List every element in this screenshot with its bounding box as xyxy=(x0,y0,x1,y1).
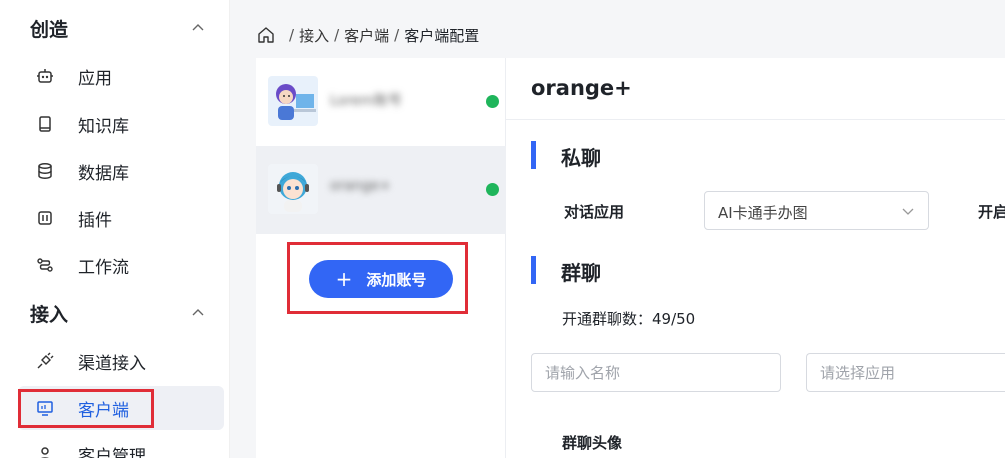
section-title-group: 群聊 xyxy=(561,261,601,285)
divider xyxy=(506,119,1005,120)
config-panel: orange+ 私聊 对话应用 AI卡通手办图 开启 群聊 开通群聊数：49/5… xyxy=(506,58,1005,458)
breadcrumb-separator: / xyxy=(289,26,295,44)
user-icon xyxy=(34,443,56,458)
avatar xyxy=(268,76,318,126)
sidebar-item-label: 渠道接入 xyxy=(78,353,146,374)
config-title: orange+ xyxy=(531,76,632,100)
highlight-box: + 添加账号 xyxy=(287,242,468,314)
home-icon[interactable] xyxy=(256,25,276,45)
plug-icon xyxy=(34,350,56,372)
account-item[interactable]: Lorem账号 xyxy=(256,58,506,146)
plugin-icon xyxy=(34,207,56,229)
select-value: AI卡通手办图 xyxy=(718,204,808,222)
chevron-up-icon[interactable] xyxy=(188,303,208,323)
avatar xyxy=(268,164,318,214)
sidebar-item-customers[interactable]: 客户管理 xyxy=(18,432,224,458)
account-item-selected[interactable]: orange+ xyxy=(256,146,506,234)
dialog-app-label: 对话应用 xyxy=(564,203,625,221)
main-area: / 接入 / 客户端 / 客户端配置 Lorem账号 orange+ + 添加账… xyxy=(230,0,1005,458)
group-name-input[interactable] xyxy=(531,353,781,392)
workflow-icon xyxy=(34,254,56,276)
sidebar-item-label: 数据库 xyxy=(78,163,129,184)
robot-icon xyxy=(34,65,56,87)
group-avatar-label: 群聊头像 xyxy=(562,434,623,452)
group-app-select[interactable] xyxy=(806,353,1005,392)
section-title-private: 私聊 xyxy=(561,146,601,170)
breadcrumb-item[interactable]: 接入 xyxy=(299,25,329,46)
sidebar-item-label: 客户端 xyxy=(78,400,129,421)
sidebar-item-label: 客户管理 xyxy=(78,446,146,458)
sidebar-item-knowledge[interactable]: 知识库 xyxy=(18,102,224,146)
breadcrumb-item[interactable]: 客户端 xyxy=(344,25,389,46)
sidebar-item-workflow[interactable]: 工作流 xyxy=(18,243,224,287)
add-account-label: 添加账号 xyxy=(366,270,427,289)
sidebar-item-label: 插件 xyxy=(78,210,112,231)
dialog-app-select[interactable]: AI卡通手办图 xyxy=(704,191,929,230)
online-status-dot xyxy=(486,183,499,196)
sidebar-item-database[interactable]: 数据库 xyxy=(18,149,224,193)
breadcrumb-current: 客户端配置 xyxy=(404,26,480,45)
sidebar-item-apps[interactable]: 应用 xyxy=(18,54,224,98)
group-header-create[interactable]: 创造 xyxy=(0,8,230,48)
breadcrumb-separator: / xyxy=(394,26,400,44)
database-icon xyxy=(34,160,56,182)
sidebar-item-label: 工作流 xyxy=(78,257,129,278)
sidebar-item-channel[interactable]: 渠道接入 xyxy=(18,339,224,383)
chevron-up-icon[interactable] xyxy=(188,18,208,38)
account-list: Lorem账号 orange+ + 添加账号 xyxy=(256,58,506,458)
sidebar-item-client[interactable]: 客户端 xyxy=(18,386,224,430)
online-status-dot xyxy=(486,95,499,108)
plus-icon: + xyxy=(335,267,353,291)
sidebar-item-plugins[interactable]: 插件 xyxy=(18,196,224,240)
sidebar-item-label: 应用 xyxy=(78,68,112,89)
section-marker xyxy=(531,256,536,284)
sidebar: 创造 应用 知识库 数据库 插件 工作流 接入 渠道接入 客户端 客户管理 xyxy=(0,0,230,458)
section-marker xyxy=(531,141,536,169)
account-name: orange+ xyxy=(330,178,392,194)
book-icon xyxy=(34,113,56,135)
account-name: Lorem账号 xyxy=(330,93,402,109)
chevron-down-icon xyxy=(902,208,914,215)
group-title: 接入 xyxy=(30,303,69,326)
monitor-icon xyxy=(34,397,56,419)
breadcrumb: / 接入 / 客户端 / 客户端配置 xyxy=(256,22,479,48)
breadcrumb-separator: / xyxy=(334,26,340,44)
add-account-button[interactable]: + 添加账号 xyxy=(309,260,453,298)
enable-label: 开启 xyxy=(978,203,1005,221)
sidebar-item-label: 知识库 xyxy=(78,116,129,137)
group-header-access[interactable]: 接入 xyxy=(0,293,230,333)
group-count-text: 开通群聊数：49/50 xyxy=(562,310,696,328)
group-title: 创造 xyxy=(30,18,69,41)
